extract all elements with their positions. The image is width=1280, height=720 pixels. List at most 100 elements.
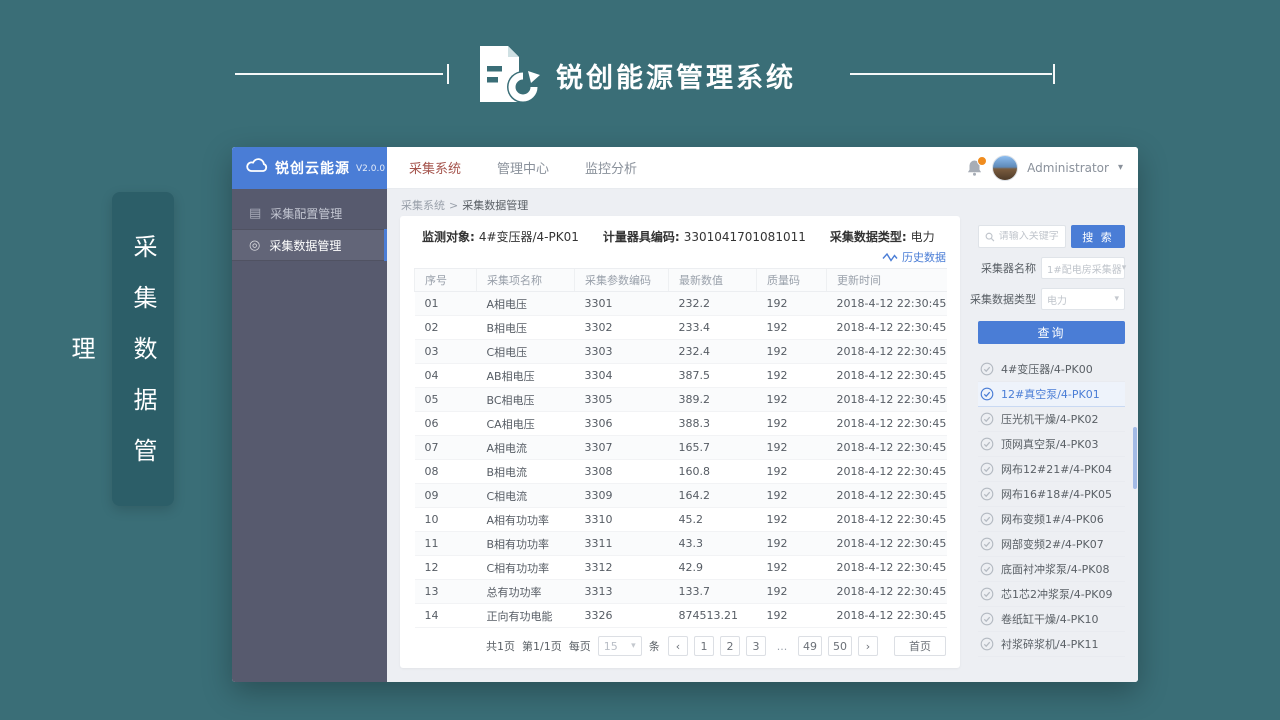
check-circle-icon xyxy=(980,362,994,376)
cell-item-name: A相电压 xyxy=(477,292,575,316)
cell-index: 10 xyxy=(415,508,477,532)
username[interactable]: Administrator xyxy=(1027,161,1109,175)
cell-latest-value: 45.2 xyxy=(669,508,757,532)
check-circle-icon xyxy=(980,412,994,426)
page-button[interactable]: ‹ xyxy=(668,636,688,656)
info-field-value: 3301041701081011 xyxy=(684,230,806,244)
cell-update-time: 2018-4-12 22:30:45 xyxy=(827,316,947,340)
cell-item-name: C相电流 xyxy=(477,484,575,508)
device-list-item[interactable]: 网部变频2#/4-PK07 xyxy=(978,532,1125,557)
device-list-item[interactable]: 压光机干燥/4-PK02 xyxy=(978,407,1125,432)
notification-bell-icon[interactable] xyxy=(967,159,983,177)
filter-select[interactable]: 电力 ▾ xyxy=(1041,288,1125,310)
cell-update-time: 2018-4-12 22:30:45 xyxy=(827,292,947,316)
filter-row: 采集数据类型 电力 ▾ xyxy=(978,288,1125,310)
device-list: 4#变压器/4-PK00 12#真空泵/4-PK01 xyxy=(978,357,1125,657)
device-list-item[interactable]: 网布16#18#/4-PK05 xyxy=(978,482,1125,507)
breadcrumb-parent[interactable]: 采集系统 xyxy=(401,199,445,212)
app-logo[interactable]: 锐创云能源 V2.0.0 xyxy=(232,147,387,189)
breadcrumb-separator: > xyxy=(449,199,458,212)
breadcrumb-current: 采集数据管理 xyxy=(462,199,528,212)
window-body: ▤ 采集配置管理 ◎ 采集数据管理 采集系统 > 采集数据管理 xyxy=(232,189,1138,682)
cell-index: 03 xyxy=(415,340,477,364)
cell-latest-value: 164.2 xyxy=(669,484,757,508)
search-button[interactable]: 搜 索 xyxy=(1071,225,1125,248)
cell-item-name: 正向有功电能 xyxy=(477,604,575,628)
nav-tab[interactable]: 管理中心 xyxy=(497,158,549,177)
cell-quality-code: 192 xyxy=(757,340,827,364)
nav-tab[interactable]: 采集系统 xyxy=(409,158,461,177)
cell-item-name: BC相电压 xyxy=(477,388,575,412)
chevron-down-icon: ▾ xyxy=(1114,294,1119,304)
sidebar-item[interactable]: ◎ 采集数据管理 xyxy=(232,229,387,261)
search-icon xyxy=(985,231,995,243)
cell-update-time: 2018-4-12 22:30:45 xyxy=(827,412,947,436)
filter-select-value: 1#配电房采集器 xyxy=(1047,261,1122,276)
page-button[interactable]: 49 xyxy=(798,636,822,656)
section-vertical-label: 采集数据管理 xyxy=(112,192,174,506)
table-row: 09 C相电流 3309 164.2 192 2018-4-12 22:30:4… xyxy=(415,484,947,508)
page-size-select[interactable]: 15 ▾ xyxy=(598,636,642,656)
device-list-item[interactable]: 底面衬冲浆泵/4-PK08 xyxy=(978,557,1125,582)
filter-select[interactable]: 1#配电房采集器 ▾ xyxy=(1041,257,1125,279)
banner-line-right xyxy=(850,73,1052,75)
page-button[interactable]: ... xyxy=(772,636,792,656)
collection-table: 序号采集项名称采集参数编码最新数值质量码更新时间 01 A相电压 3301 23… xyxy=(414,268,947,628)
check-circle-icon xyxy=(980,387,994,401)
top-nav: 采集系统 管理中心 监控分析 xyxy=(409,158,637,177)
check-circle-icon xyxy=(980,587,994,601)
cell-quality-code: 192 xyxy=(757,556,827,580)
cell-quality-code: 192 xyxy=(757,604,827,628)
first-page-button[interactable]: 首页 xyxy=(894,636,946,656)
cell-quality-code: 192 xyxy=(757,412,827,436)
page-button[interactable]: 1 xyxy=(694,636,714,656)
sidebar-item-label: 采集数据管理 xyxy=(269,237,341,254)
cell-item-name: AB相电压 xyxy=(477,364,575,388)
device-name: 4#变压器/4-PK00 xyxy=(1001,361,1093,377)
search-box[interactable] xyxy=(978,225,1066,248)
table-header-cell: 采集项名称 xyxy=(477,269,575,292)
page-button[interactable]: › xyxy=(858,636,878,656)
device-list-item[interactable]: 网布12#21#/4-PK04 xyxy=(978,457,1125,482)
query-button[interactable]: 查询 xyxy=(978,321,1125,344)
cell-item-name: A相有功功率 xyxy=(477,508,575,532)
table-header-cell: 更新时间 xyxy=(827,269,947,292)
search-input[interactable] xyxy=(999,231,1059,242)
cell-update-time: 2018-4-12 22:30:45 xyxy=(827,388,947,412)
app-logo-name: 锐创云能源 xyxy=(275,158,350,178)
device-list-item[interactable]: 芯1芯2冲浆泵/4-PK09 xyxy=(978,582,1125,607)
device-list-item[interactable]: 顶网真空泵/4-PK03 xyxy=(978,432,1125,457)
nav-tab[interactable]: 监控分析 xyxy=(585,158,637,177)
page-button[interactable]: 50 xyxy=(828,636,852,656)
cell-item-name: CA相电压 xyxy=(477,412,575,436)
topbar-right: Administrator ▾ xyxy=(967,155,1138,181)
page-button[interactable]: 3 xyxy=(746,636,766,656)
device-list-item[interactable]: 卷纸缸干燥/4-PK10 xyxy=(978,607,1125,632)
avatar[interactable] xyxy=(992,155,1018,181)
cell-latest-value: 387.5 xyxy=(669,364,757,388)
device-list-item[interactable]: 衬浆碎浆机/4-PK11 xyxy=(978,632,1125,657)
cell-quality-code: 192 xyxy=(757,532,827,556)
cell-index: 02 xyxy=(415,316,477,340)
device-list-item[interactable]: 4#变压器/4-PK00 xyxy=(978,357,1125,382)
chevron-down-icon[interactable]: ▾ xyxy=(1118,162,1123,173)
pagination: 共1页 第1/1页 每页 15 ▾ 条 ‹123...4950› xyxy=(414,635,946,657)
info-field-label: 计量器具编码: xyxy=(603,230,680,244)
sidebar-item[interactable]: ▤ 采集配置管理 xyxy=(232,197,387,229)
app-topbar: 锐创云能源 V2.0.0 采集系统 管理中心 监控分析 Administrator … xyxy=(232,147,1138,189)
cell-param-code: 3307 xyxy=(575,436,669,460)
device-name: 网布变频1#/4-PK06 xyxy=(1001,511,1104,527)
page-button[interactable]: 2 xyxy=(720,636,740,656)
info-field-label: 监测对象: xyxy=(422,230,475,244)
data-card: 监测对象:4#变压器/4-PK01 计量器具编码:330104170108101… xyxy=(400,216,960,668)
device-list-item[interactable]: 12#真空泵/4-PK01 xyxy=(978,382,1125,407)
scrollbar-thumb[interactable] xyxy=(1133,427,1137,489)
history-data-link[interactable]: 历史数据 xyxy=(882,249,946,265)
per-page-unit: 条 xyxy=(649,638,660,654)
total-pages: 共1页 xyxy=(486,638,515,654)
device-name: 底面衬冲浆泵/4-PK08 xyxy=(1001,561,1110,577)
device-list-item[interactable]: 网布变频1#/4-PK06 xyxy=(978,507,1125,532)
check-circle-icon xyxy=(980,637,994,651)
cell-latest-value: 160.8 xyxy=(669,460,757,484)
table-header-cell: 最新数值 xyxy=(669,269,757,292)
